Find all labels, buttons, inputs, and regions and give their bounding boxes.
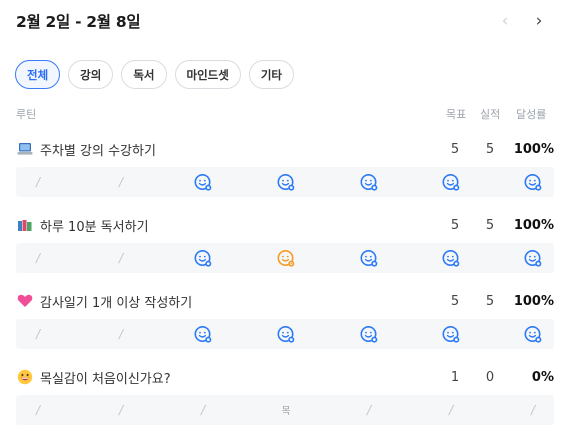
day-check-row: / / / 목 / / / bbox=[16, 395, 554, 425]
day-empty-slash[interactable]: / bbox=[521, 395, 545, 425]
chevron-right-icon[interactable]: › bbox=[529, 11, 549, 31]
routine-goal: 5 bbox=[450, 141, 460, 157]
slash-mark: / bbox=[530, 403, 536, 417]
day-empty-slash[interactable]: / bbox=[26, 243, 50, 273]
day-label-text: 목 bbox=[281, 406, 291, 417]
column-header-routine: 루틴 bbox=[16, 108, 37, 121]
routine-actual: 5 bbox=[485, 217, 495, 233]
routine-name: 목실감이 처음이신가요? bbox=[40, 371, 171, 387]
books-icon bbox=[16, 217, 34, 233]
day-check-done-icon[interactable] bbox=[191, 243, 215, 273]
day-check-done-icon[interactable] bbox=[439, 243, 463, 273]
slash-mark: / bbox=[118, 251, 124, 265]
routine-row[interactable]: 목실감이 처음이신가요? 1 0 0% / / / 목 / / / bbox=[16, 365, 554, 425]
filter-chip-etc[interactable]: 기타 bbox=[248, 60, 295, 89]
day-empty-slash[interactable]: / bbox=[26, 319, 50, 349]
day-empty-slash[interactable]: / bbox=[357, 395, 381, 425]
day-check-row: / / bbox=[16, 243, 554, 273]
routine-name: 하루 10분 독서하기 bbox=[40, 219, 149, 235]
day-check-done-icon[interactable] bbox=[521, 167, 545, 197]
routine-name: 주차별 강의 수강하기 bbox=[40, 143, 156, 159]
routine-actual: 0 bbox=[485, 369, 495, 385]
slash-mark: / bbox=[118, 403, 124, 417]
column-header-actual: 실적 bbox=[480, 108, 501, 121]
day-empty-slash[interactable]: / bbox=[439, 395, 463, 425]
column-header-goal: 목표 bbox=[446, 108, 467, 121]
routine-actual: 5 bbox=[485, 293, 495, 309]
category-filter-bar: 전체 강의 독서 마인드셋 기타 bbox=[15, 60, 295, 89]
slash-mark: / bbox=[448, 403, 454, 417]
week-navigation: ‹ › bbox=[495, 11, 549, 31]
day-empty-slash[interactable]: / bbox=[109, 395, 133, 425]
routine-rate: 100% bbox=[513, 141, 554, 157]
day-check-special-icon[interactable] bbox=[274, 243, 298, 273]
day-check-row: / / bbox=[16, 167, 554, 197]
day-empty-slash[interactable]: / bbox=[109, 243, 133, 273]
day-empty-slash[interactable]: / bbox=[26, 167, 50, 197]
slash-mark: / bbox=[118, 175, 124, 189]
week-period-title: 2월 2일 - 2월 8일 bbox=[16, 13, 141, 31]
day-check-done-icon[interactable] bbox=[274, 319, 298, 349]
routine-goal: 5 bbox=[450, 217, 460, 233]
day-check-done-icon[interactable] bbox=[439, 319, 463, 349]
routine-rate: 100% bbox=[513, 293, 554, 309]
day-check-done-icon[interactable] bbox=[357, 243, 381, 273]
slash-mark: / bbox=[118, 327, 124, 341]
slash-mark: / bbox=[366, 403, 372, 417]
day-empty-slash[interactable]: / bbox=[109, 167, 133, 197]
routine-rate: 0% bbox=[531, 369, 554, 385]
grinning-face-icon bbox=[16, 369, 34, 385]
day-check-done-icon[interactable] bbox=[191, 167, 215, 197]
routine-title-row: 주차별 강의 수강하기 5 5 100% bbox=[16, 137, 554, 161]
filter-chip-lecture[interactable]: 강의 bbox=[68, 60, 114, 89]
routine-rate: 100% bbox=[513, 217, 554, 233]
day-check-done-icon[interactable] bbox=[521, 319, 545, 349]
routine-title-row: 목실감이 처음이신가요? 1 0 0% bbox=[16, 365, 554, 389]
routine-name: 감사일기 1개 이상 작성하기 bbox=[40, 295, 193, 311]
day-empty-slash[interactable]: / bbox=[191, 395, 215, 425]
filter-chip-all[interactable]: 전체 bbox=[15, 60, 61, 89]
day-label[interactable]: 목 bbox=[274, 395, 298, 425]
day-check-done-icon[interactable] bbox=[357, 319, 381, 349]
laptop-icon bbox=[16, 141, 34, 157]
slash-mark: / bbox=[35, 175, 41, 189]
chevron-left-icon[interactable]: ‹ bbox=[495, 11, 515, 31]
routine-goal: 5 bbox=[450, 293, 460, 309]
slash-mark: / bbox=[35, 327, 41, 341]
day-check-done-icon[interactable] bbox=[191, 319, 215, 349]
routine-title-row: 감사일기 1개 이상 작성하기 5 5 100% bbox=[16, 289, 554, 313]
routine-row[interactable]: 하루 10분 독서하기 5 5 100% / / bbox=[16, 213, 554, 273]
day-check-row: / / bbox=[16, 319, 554, 349]
column-header-rate: 달성률 bbox=[516, 108, 547, 121]
day-empty-slash[interactable]: / bbox=[26, 395, 50, 425]
slash-mark: / bbox=[200, 403, 206, 417]
day-check-done-icon[interactable] bbox=[521, 243, 545, 273]
pink-heart-icon bbox=[16, 293, 34, 309]
week-header: 2월 2일 - 2월 8일 ‹ › bbox=[16, 8, 549, 34]
day-check-done-icon[interactable] bbox=[439, 167, 463, 197]
routine-actual: 5 bbox=[485, 141, 495, 157]
day-check-done-icon[interactable] bbox=[357, 167, 381, 197]
routine-goal: 1 bbox=[450, 369, 460, 385]
filter-chip-mindset[interactable]: 마인드셋 bbox=[174, 60, 241, 89]
routine-row[interactable]: 감사일기 1개 이상 작성하기 5 5 100% / / bbox=[16, 289, 554, 349]
slash-mark: / bbox=[35, 251, 41, 265]
routine-title-row: 하루 10분 독서하기 5 5 100% bbox=[16, 213, 554, 237]
filter-chip-reading[interactable]: 독서 bbox=[121, 60, 167, 89]
day-check-done-icon[interactable] bbox=[274, 167, 298, 197]
routine-row[interactable]: 주차별 강의 수강하기 5 5 100% / / bbox=[16, 137, 554, 197]
day-empty-slash[interactable]: / bbox=[109, 319, 133, 349]
slash-mark: / bbox=[35, 403, 41, 417]
